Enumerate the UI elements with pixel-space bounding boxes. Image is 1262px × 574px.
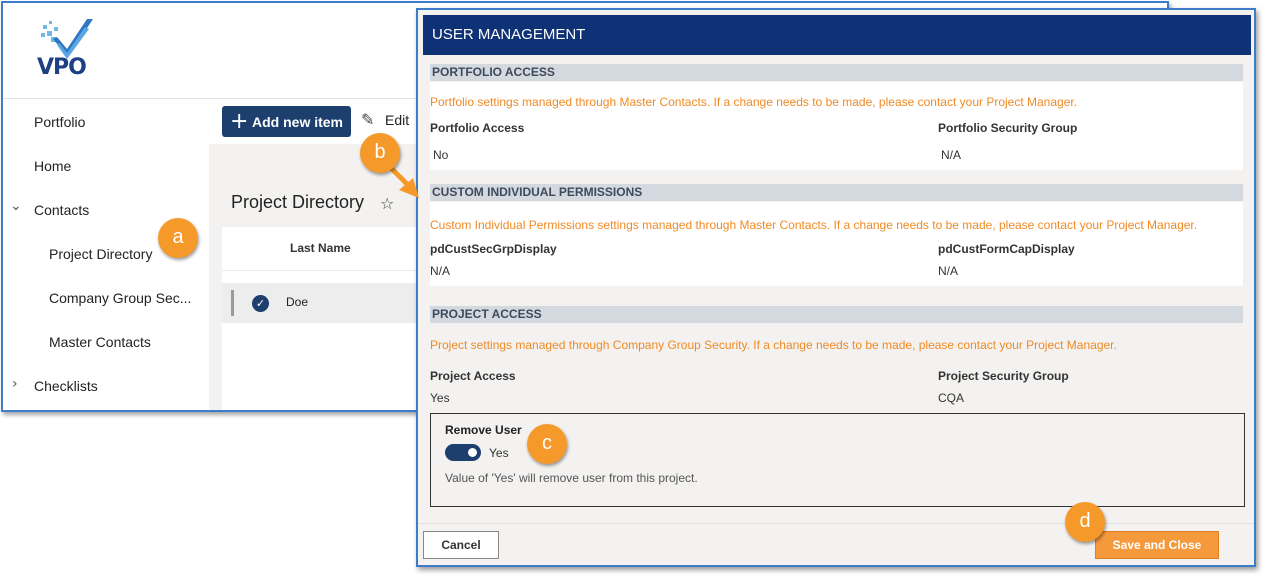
cell-last-name: Doe bbox=[286, 295, 309, 309]
sidebar-item-company-group-security[interactable]: Company Group Sec... bbox=[3, 276, 209, 320]
plus-icon: + bbox=[230, 109, 249, 134]
callout-badge-c: c bbox=[527, 424, 567, 464]
section-heading-portfolio-access: PORTFOLIO ACCESS bbox=[430, 64, 1243, 81]
field-value-project-access: Yes bbox=[430, 391, 450, 405]
field-value-pdcustsecgrpdisplay: N/A bbox=[430, 264, 451, 278]
portfolio-notice-text: Portfolio settings managed through Maste… bbox=[430, 95, 1078, 109]
section-heading-project-access: PROJECT ACCESS bbox=[430, 306, 1243, 323]
chevron-down-icon[interactable]: ⌄ bbox=[10, 198, 22, 214]
callout-badge-d: d bbox=[1065, 502, 1105, 542]
field-value-project-security-group: CQA bbox=[938, 391, 965, 405]
vpo-logo-icon[interactable] bbox=[27, 13, 107, 93]
user-management-dialog: USER MANAGEMENT PORTFOLIO ACCESS Portfol… bbox=[416, 8, 1256, 567]
field-label-pdcustsecgrpdisplay: pdCustSecGrpDisplay bbox=[430, 242, 557, 256]
remove-user-toggle-label: Yes bbox=[489, 446, 509, 460]
sidebar-item-label: Project Directory bbox=[49, 246, 153, 262]
callout-badge-b: b bbox=[360, 133, 400, 173]
column-header-last-name[interactable]: Last Name bbox=[290, 241, 351, 255]
sidebar-item-label: Contacts bbox=[34, 202, 90, 218]
add-new-item-label: Add new item bbox=[252, 113, 344, 130]
project-notice-text: Project settings managed through Company… bbox=[430, 338, 1117, 352]
remove-user-help-text: Value of 'Yes' will remove user from thi… bbox=[445, 471, 698, 485]
section-heading-custom-permissions: CUSTOM INDIVIDUAL PERMISSIONS bbox=[430, 184, 1243, 201]
field-label-portfolio-access: Portfolio Access bbox=[430, 121, 525, 135]
remove-user-toggle[interactable] bbox=[445, 444, 481, 461]
field-value-portfolio-security-group: N/A bbox=[941, 148, 962, 162]
chevron-right-icon[interactable]: › bbox=[12, 376, 18, 392]
sidebar-item-home[interactable]: Home bbox=[3, 144, 209, 188]
edit-button[interactable]: ✎ Edit bbox=[361, 110, 410, 129]
save-and-close-button[interactable]: Save and Close bbox=[1095, 531, 1219, 559]
toggle-knob bbox=[468, 448, 477, 457]
sidebar-item-label: Checklists bbox=[34, 378, 98, 394]
field-value-pdcustformcapdisplay: N/A bbox=[938, 264, 959, 278]
field-label-project-security-group: Project Security Group bbox=[938, 369, 1069, 383]
edit-label: Edit bbox=[385, 112, 410, 128]
logo-text: VPO bbox=[37, 55, 87, 80]
page-title: Project Directory bbox=[231, 192, 365, 212]
sidebar-item-label: Portfolio bbox=[34, 114, 86, 130]
field-value-portfolio-access: No bbox=[433, 148, 449, 162]
add-new-item-button[interactable]: + Add new item bbox=[222, 106, 351, 137]
sidebar-item-label: Master Contacts bbox=[49, 334, 151, 350]
footer-divider bbox=[418, 523, 1254, 524]
field-label-project-access: Project Access bbox=[430, 369, 516, 383]
checkmark-icon[interactable]: ✓ bbox=[252, 295, 269, 312]
field-label-pdcustformcapdisplay: pdCustFormCapDisplay bbox=[938, 242, 1075, 256]
pencil-icon: ✎ bbox=[361, 110, 375, 129]
sidebar-item-portfolio[interactable]: Portfolio bbox=[3, 100, 209, 144]
sidebar-item-checklists[interactable]: › Checklists bbox=[3, 364, 209, 408]
sidebar-item-master-contacts[interactable]: Master Contacts bbox=[3, 320, 209, 364]
sidebar-item-label: Home bbox=[34, 158, 72, 174]
dialog-title: USER MANAGEMENT bbox=[423, 15, 1251, 55]
field-label-portfolio-security-group: Portfolio Security Group bbox=[938, 121, 1078, 135]
row-selection-bar bbox=[231, 290, 234, 316]
callout-badge-a: a bbox=[158, 218, 198, 258]
remove-user-title: Remove User bbox=[445, 423, 522, 437]
custom-permissions-notice-text: Custom Individual Permissions settings m… bbox=[430, 218, 1198, 232]
cancel-button[interactable]: Cancel bbox=[423, 531, 499, 559]
sidebar-item-label: Company Group Sec... bbox=[49, 290, 192, 306]
